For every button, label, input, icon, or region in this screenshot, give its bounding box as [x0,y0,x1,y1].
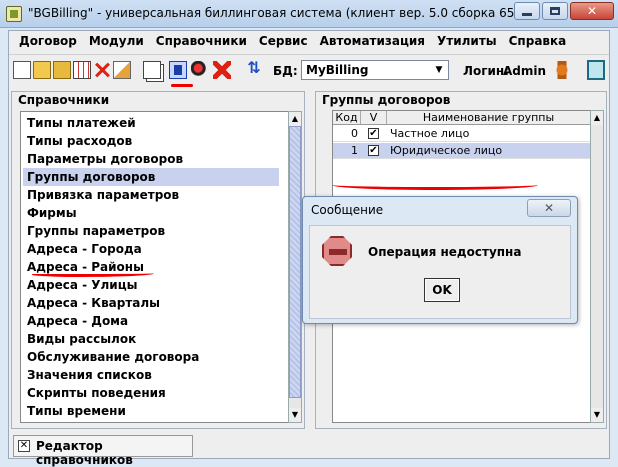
list-item[interactable]: Типы расходов [27,132,132,150]
window-title: "BGBilling" - универсальная биллинговая … [28,6,518,20]
scroll-down-icon[interactable]: ▼ [591,408,603,422]
list-item[interactable]: Адреса - Улицы [27,276,137,294]
cell-code: 0 [333,126,361,142]
menu-contract[interactable]: Договор [13,31,83,53]
column-header-name[interactable]: Наименование группы [387,111,591,125]
login-value: Admin [503,64,547,78]
list-item[interactable]: Обслуживание договора [27,348,199,366]
tab-directories-editor[interactable]: ✕ Редактор справочников [13,435,193,467]
dialog-message: Операция недоступна [368,245,522,259]
open-folder-icon[interactable] [33,61,51,79]
scroll-up-icon[interactable]: ▲ [289,112,301,126]
close-icon: ✕ [543,201,555,215]
cell-checkbox: ✔ [361,126,387,142]
annotation-underline-table [332,180,538,190]
close-icon: ✕ [586,4,598,18]
menu-modules[interactable]: Модули [83,31,150,53]
close-icon[interactable]: ✕ [18,440,30,452]
list-item[interactable]: Группы параметров [27,222,165,240]
stop-icon-bar [329,249,347,255]
list-item[interactable]: Фирмы [27,204,77,222]
menu-help[interactable]: Справка [503,31,573,53]
list-item[interactable]: Виды рассылок [27,330,136,348]
app-icon [6,6,22,22]
dialog-close-button[interactable]: ✕ [527,199,571,217]
minimize-icon [522,12,532,16]
maximize-icon [550,7,560,15]
db-select-value: MyBilling [306,63,369,77]
directories-editor-icon[interactable] [169,61,187,79]
list-item[interactable]: Типы платежей [27,114,136,132]
list-item[interactable]: Значения списков [27,366,152,384]
window-controls: ✕ [514,2,614,20]
open-folder-alt-icon[interactable] [53,61,71,79]
tab-label: Редактор справочников [36,439,133,467]
scroll-thumb[interactable] [289,126,301,398]
new-document-icon[interactable] [13,61,31,79]
list-item[interactable]: Скрипты поведения [27,384,166,402]
menu-service[interactable]: Сервис [253,31,314,53]
edit-icon[interactable] [113,61,131,79]
message-dialog: Сообщение ✕ Операция недоступна OK [302,196,578,324]
panel-title: Группы договоров [322,93,451,107]
list-item[interactable]: Типы времени [27,402,126,420]
close-button[interactable]: ✕ [570,2,614,20]
scroll-up-icon[interactable]: ▲ [591,111,603,125]
column-header-v[interactable]: V [361,111,387,125]
dialog-body: Операция недоступна OK [309,225,571,319]
checkbox[interactable]: ✔ [368,128,379,139]
title-bar: "BGBilling" - универсальная биллинговая … [0,0,618,28]
panel-title: Справочники [18,93,110,107]
directories-list: Типы платежей Типы расходов Параметры до… [20,111,290,423]
sync-icon[interactable]: ⇅ [245,59,263,77]
list-item[interactable]: Параметры договоров [27,150,183,168]
menu-bar: Договор Модули Справочники Сервис Автома… [9,31,609,53]
users-icon[interactable] [191,61,209,79]
db-select[interactable]: MyBilling ▼ [301,60,449,80]
menu-automation[interactable]: Автоматизация [314,31,431,53]
maximize-button[interactable] [542,2,568,20]
column-header-code[interactable]: Код [333,111,361,125]
list-item[interactable]: Привязка параметров [27,186,179,204]
copy-icon[interactable] [143,61,161,79]
toolbar: ⇅ БД: MyBilling ▼ Логин: Admin [9,54,609,87]
list-item-selected[interactable]: Группы договоров [23,168,279,186]
table-scrollbar[interactable]: ▲ ▼ [590,110,604,423]
list-item[interactable]: Адреса - Кварталы [27,294,160,312]
directories-panel: Справочники Типы платежей Типы расходов … [11,91,305,429]
minimize-button[interactable] [514,2,540,20]
remove-users-icon[interactable] [213,61,231,79]
list-scrollbar[interactable]: ▲ ▼ [288,111,302,423]
checkbox[interactable]: ✔ [368,145,379,156]
delete-icon[interactable] [93,61,111,79]
cell-name: Частное лицо [387,126,591,142]
menu-utilities[interactable]: Утилиты [431,31,503,53]
scroll-down-icon[interactable]: ▼ [289,408,301,422]
exit-icon[interactable] [587,60,605,80]
list-item[interactable]: Адреса - Города [27,240,142,258]
cell-checkbox: ✔ [361,143,387,159]
menu-directories[interactable]: Справочники [150,31,253,53]
cell-code: 1 [333,143,361,159]
db-label: БД: [273,64,298,78]
grid-icon[interactable] [73,61,91,79]
chevron-down-icon: ▼ [435,65,443,75]
ok-button[interactable]: OK [424,278,460,302]
list-item[interactable]: Адреса - Дома [27,312,128,330]
annotation-underline-toolbar [171,84,193,87]
dialog-title: Сообщение [311,203,384,217]
connection-icon[interactable] [551,61,573,79]
cell-name: Юридическое лицо [387,143,591,159]
